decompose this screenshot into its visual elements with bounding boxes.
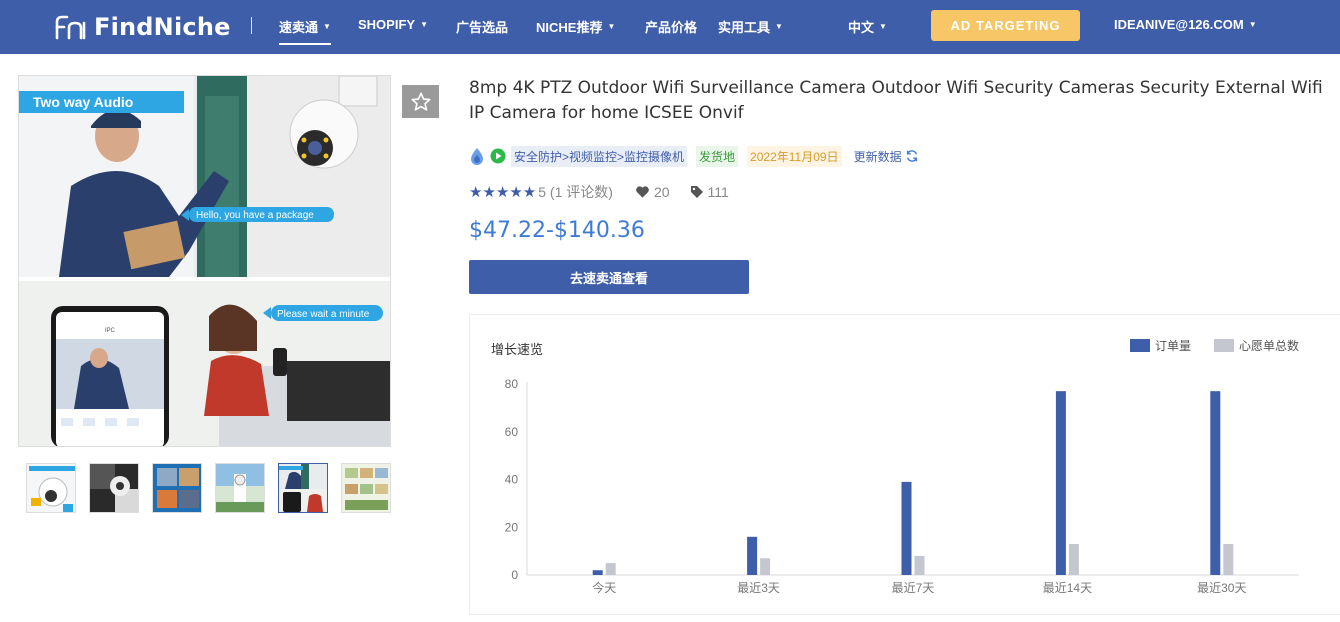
- date-tag: 2022年11月09日: [747, 145, 842, 167]
- nav-item-shopify[interactable]: SHOPIFY ▼: [358, 17, 428, 32]
- chevron-down-icon: ▼: [1248, 20, 1257, 29]
- update-data-label: 更新数据: [853, 149, 902, 164]
- nav-item-tools[interactable]: 实用工具 ▼: [718, 17, 783, 36]
- nav-item-aliexpress[interactable]: 速卖通 ▼: [279, 17, 331, 45]
- callout-two-way-audio: Two way Audio: [33, 94, 133, 110]
- update-data-button[interactable]: 更新数据: [854, 148, 919, 165]
- thumbnail-4[interactable]: [215, 463, 265, 513]
- product-photo: Two way Audio Hello, you have a package …: [19, 76, 390, 446]
- x-tick-label: 最近7天: [892, 581, 935, 595]
- y-tick-label: 0: [511, 568, 518, 582]
- bar-wishlist: [914, 555, 925, 575]
- y-tick-label: 80: [505, 377, 519, 391]
- tag-icon: [690, 186, 703, 198]
- rating-row: ★★★★★ 5 (1 评论数) 20 111: [469, 182, 729, 202]
- findniche-logo-icon: [55, 15, 86, 40]
- chevron-down-icon: ▼: [420, 20, 428, 29]
- thumbnail-2[interactable]: [89, 463, 139, 513]
- bar-wishlist: [1068, 543, 1079, 575]
- refresh-icon: [906, 150, 917, 162]
- play-video-icon[interactable]: [490, 148, 506, 164]
- tags-count: 111: [707, 184, 729, 200]
- likes-count: 20: [653, 184, 670, 200]
- rating-stars: ★★★★★: [469, 184, 537, 201]
- nav-divider: [251, 17, 252, 34]
- nav-item-label: NICHE推荐: [536, 20, 603, 35]
- x-tick-label: 最近30天: [1197, 581, 1246, 595]
- callout-bubble-wait: Please wait a minute: [277, 309, 370, 320]
- thumbnail-6[interactable]: [341, 463, 391, 513]
- callout-bubble-package: Hello, you have a package: [196, 210, 314, 221]
- product-title: 8mp 4K PTZ Outdoor Wifi Surveillance Cam…: [469, 78, 1323, 123]
- language-selector[interactable]: 中文 ▼: [848, 17, 887, 36]
- nav-item-label: 速卖通: [279, 20, 319, 35]
- bar-orders: [1055, 391, 1066, 575]
- nav-item-label: SHOPIFY: [358, 17, 416, 32]
- ship-from-tag: 发货地: [696, 145, 739, 167]
- product-meta-row: 安全防护>视频监控>监控摄像机 发货地 2022年11月09日 更新数据: [469, 145, 919, 167]
- bar-orders: [592, 570, 603, 575]
- nav-item-ad-products[interactable]: 广告选品: [456, 17, 508, 36]
- thumbnail-strip: [26, 463, 391, 513]
- chevron-down-icon: ▼: [879, 22, 887, 31]
- y-tick-label: 20: [505, 520, 519, 534]
- account-menu[interactable]: IDEANIVE@126.COM ▼: [1114, 17, 1257, 32]
- x-tick-label: 最近3天: [737, 581, 780, 595]
- thumbnail-1[interactable]: [26, 463, 76, 513]
- brand-logo[interactable]: FindNiche: [54, 13, 231, 41]
- top-navbar: FindNiche 速卖通 ▼ SHOPIFY ▼ 广告选品 NICHE推荐 ▼ 产品…: [0, 0, 1340, 54]
- hot-drop-icon: [471, 148, 483, 165]
- star-outline-icon: [410, 91, 431, 111]
- ad-targeting-button[interactable]: AD TARGETING: [931, 10, 1080, 41]
- bar-wishlist: [605, 563, 616, 575]
- x-tick-label: 最近14天: [1043, 581, 1092, 595]
- rating-text: 5 (1 评论数): [538, 184, 613, 200]
- x-tick-label: 今天: [592, 580, 616, 595]
- y-tick-label: 60: [505, 425, 519, 439]
- brand-name: FindNiche: [94, 13, 231, 41]
- chevron-down-icon: ▼: [323, 22, 331, 31]
- phone-app-header: IPC: [105, 328, 116, 334]
- bar-orders: [747, 536, 758, 575]
- view-on-aliexpress-button[interactable]: 去速卖通查看: [469, 260, 749, 294]
- chevron-down-icon: ▼: [775, 22, 783, 31]
- product-main-image[interactable]: Two way Audio Hello, you have a package …: [18, 75, 391, 447]
- nav-item-label: 产品价格: [645, 20, 698, 35]
- growth-bar-chart: 0 20 40 60 80 今天 最近3天 最近7天 最近14天 最近30天: [505, 377, 1299, 595]
- thumbnail-3[interactable]: [152, 463, 202, 513]
- thumbnail-5[interactable]: [278, 463, 328, 513]
- account-email: IDEANIVE@126.COM: [1114, 17, 1244, 32]
- chevron-down-icon: ▼: [607, 22, 616, 31]
- nav-item-label: 实用工具: [718, 20, 771, 35]
- bar-orders: [1210, 391, 1221, 575]
- nav-item-niche[interactable]: NICHE推荐 ▼: [536, 17, 615, 36]
- favorite-button[interactable]: [402, 85, 439, 118]
- heart-icon[interactable]: [635, 185, 650, 199]
- language-label: 中文: [848, 20, 875, 35]
- y-tick-label: 40: [505, 473, 519, 487]
- nav-item-label: 广告选品: [456, 20, 509, 35]
- growth-overview-panel: 增长速览 订单量 心愿单总数 0 20 40 60 80 今天 最近3天 最近7天 最近14天最…: [469, 314, 1340, 615]
- nav-item-price[interactable]: 产品价格: [645, 17, 697, 36]
- bar-wishlist: [1223, 543, 1234, 575]
- bar-orders: [901, 481, 912, 575]
- category-tag[interactable]: 安全防护>视频监控>监控摄像机: [511, 145, 688, 167]
- product-price: $47.22-$140.36: [469, 218, 645, 243]
- bar-wishlist: [760, 558, 771, 575]
